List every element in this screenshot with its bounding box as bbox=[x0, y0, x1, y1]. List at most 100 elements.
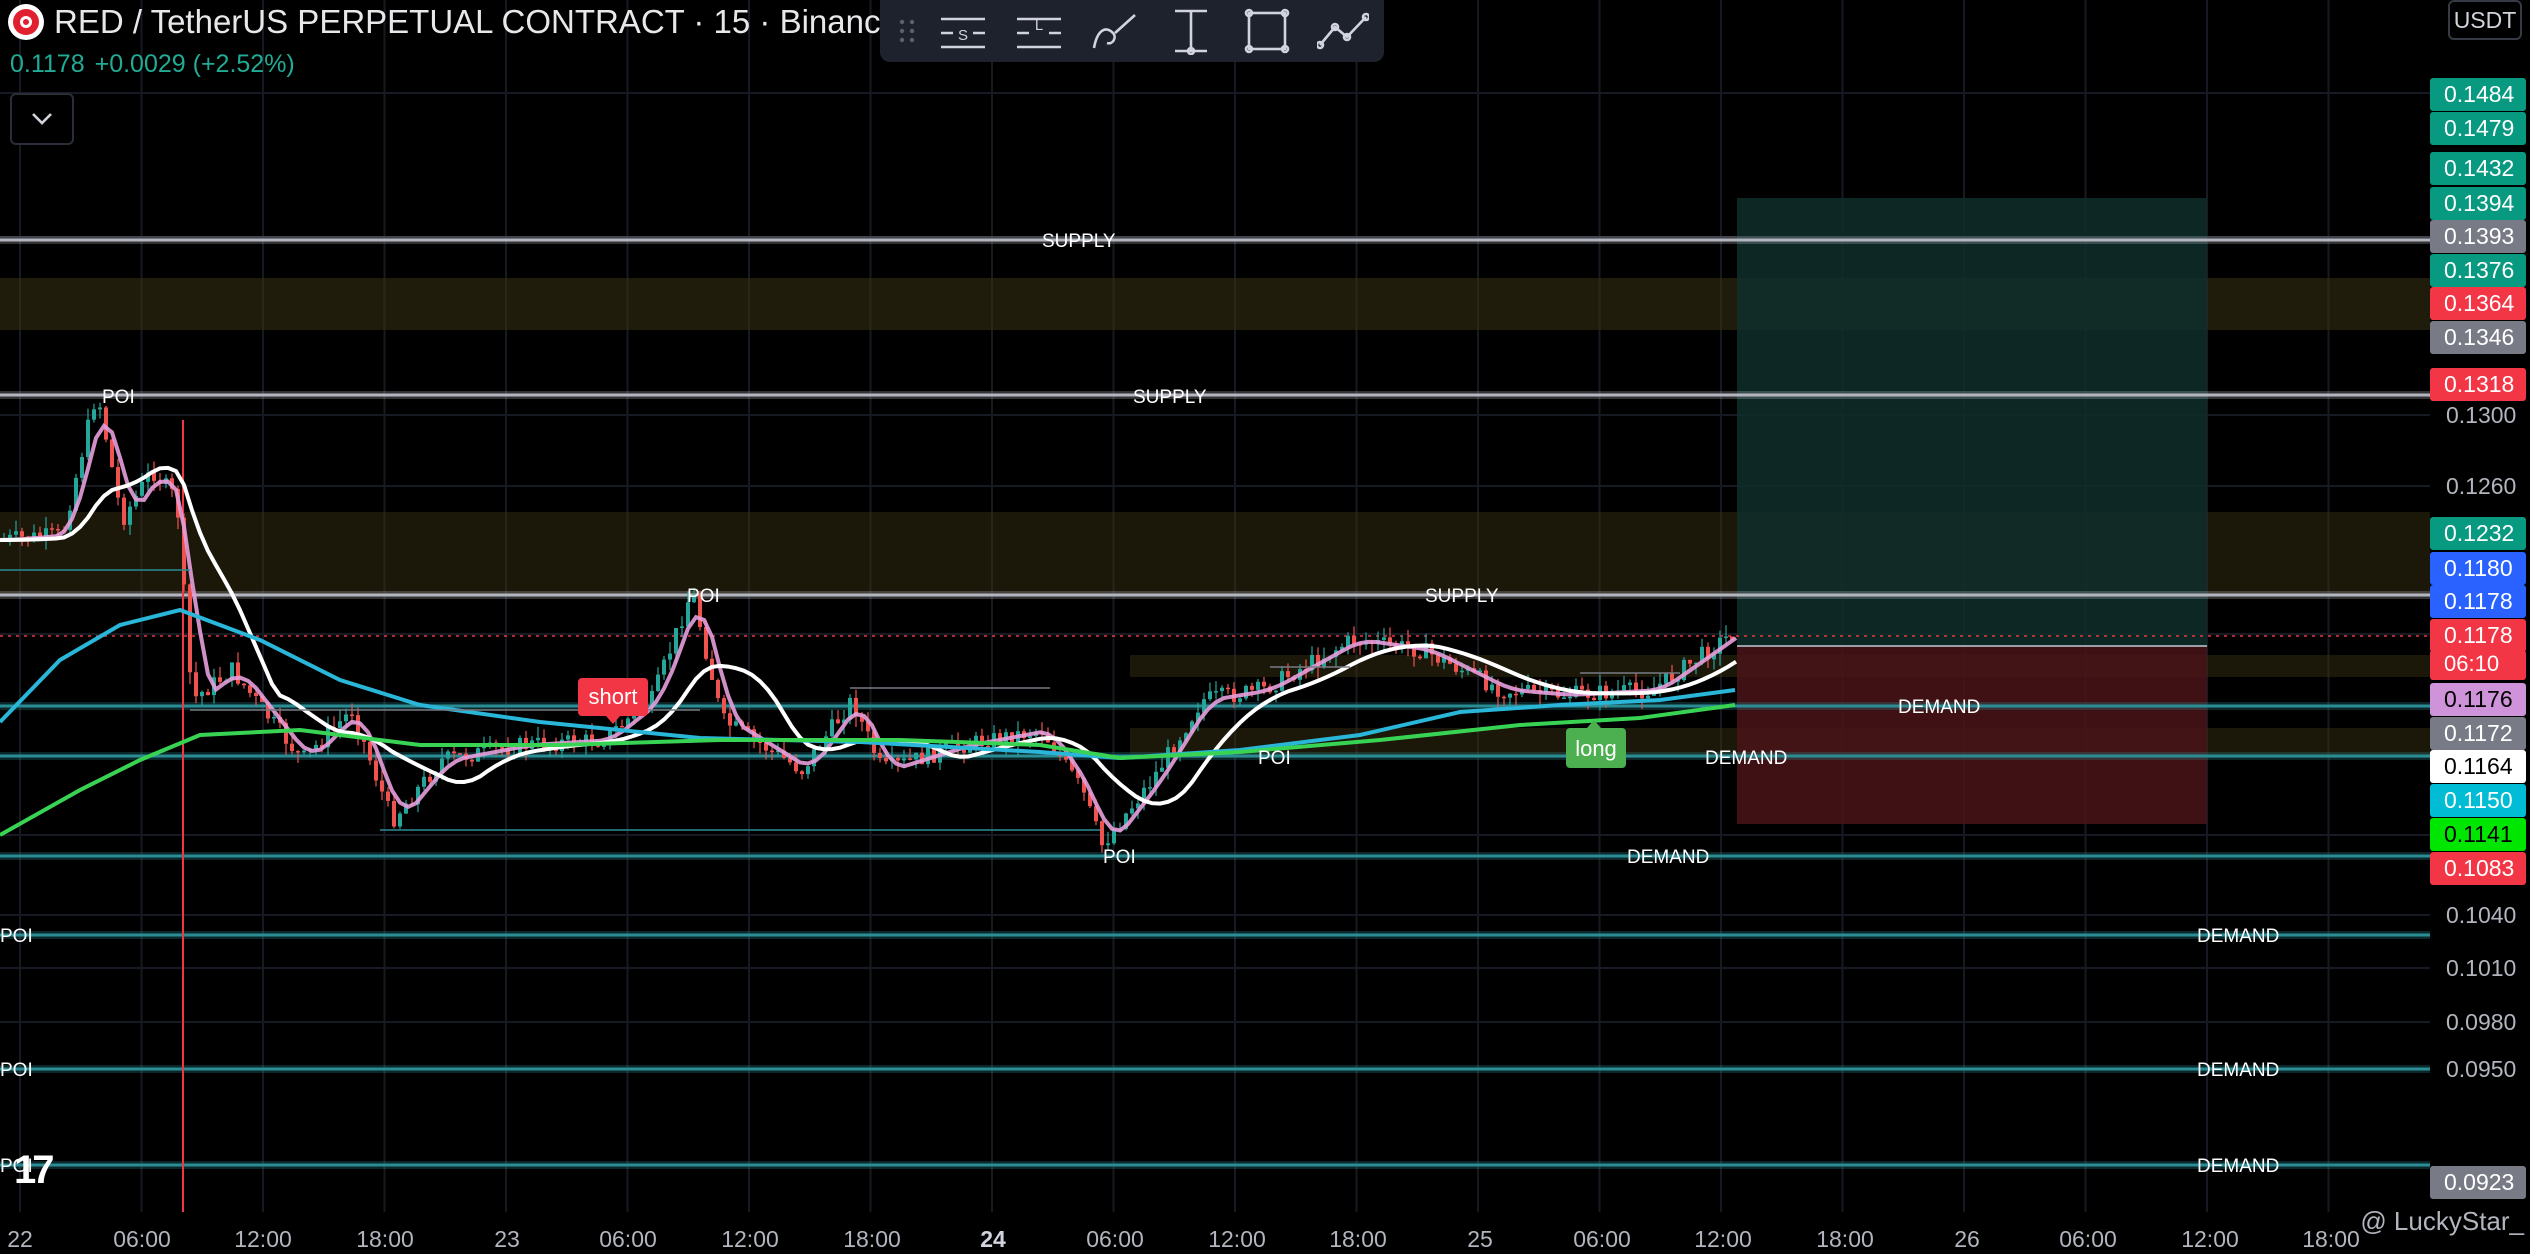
candle-body bbox=[86, 419, 90, 458]
time-tick-label: 12:00 bbox=[721, 1226, 779, 1252]
candle-body bbox=[1238, 698, 1242, 702]
symbol-header: RED / TetherUS PERPETUAL CONTRACT · 15 ·… bbox=[8, 2, 939, 42]
path-icon[interactable] bbox=[1308, 3, 1378, 59]
candle-body bbox=[770, 750, 774, 753]
chart-area[interactable]: SUPPLY POI SUPPLY POI SUPPLY DEMAND POI DEMAND P… bbox=[0, 0, 2430, 1212]
price-axis-label: 0.1393 bbox=[2430, 220, 2526, 253]
svg-text:L: L bbox=[1035, 17, 1043, 34]
time-tick-label: 25 bbox=[1467, 1226, 1493, 1252]
candle-body bbox=[800, 771, 804, 775]
svg-text:S: S bbox=[958, 27, 968, 44]
time-tick-label: 18:00 bbox=[356, 1226, 414, 1252]
candle-body bbox=[428, 776, 432, 782]
time-tick-label: 12:00 bbox=[2181, 1226, 2239, 1252]
price-axis-label: 0.1083 bbox=[2430, 852, 2526, 885]
candlestick-series bbox=[2, 402, 1734, 853]
time-tick-label: 24 bbox=[980, 1226, 1006, 1252]
candle-body bbox=[14, 531, 18, 535]
long-position-stop-zone bbox=[1737, 646, 2207, 824]
candle-body bbox=[1160, 767, 1164, 772]
candle-body bbox=[314, 744, 318, 749]
candle-body bbox=[1382, 637, 1386, 640]
candle-body bbox=[1724, 636, 1728, 639]
rectangle-icon[interactable] bbox=[1232, 3, 1302, 59]
candle-body bbox=[104, 407, 108, 440]
price-tick-label: 0.1260 bbox=[2446, 473, 2517, 499]
drag-handle-icon[interactable] bbox=[892, 11, 922, 51]
candle-body bbox=[386, 791, 390, 801]
currency-selector[interactable]: USDT bbox=[2448, 0, 2522, 40]
candle-body bbox=[926, 746, 930, 765]
candle-body bbox=[1460, 670, 1464, 673]
candle bbox=[854, 689, 858, 728]
candle-body bbox=[908, 758, 912, 760]
candle-body bbox=[302, 750, 306, 753]
candle bbox=[800, 770, 804, 780]
candle-body bbox=[206, 691, 210, 696]
candle-body bbox=[728, 713, 732, 726]
time-tick-label: 06:00 bbox=[1086, 1226, 1144, 1252]
brush-icon[interactable] bbox=[1080, 3, 1150, 59]
price-axis-label: 0.1232 bbox=[2430, 517, 2526, 550]
candle-body bbox=[1280, 671, 1284, 691]
date-price-range-icon[interactable] bbox=[1156, 3, 1226, 59]
tradingview-logo[interactable]: 17 bbox=[14, 1148, 54, 1193]
candle-body bbox=[1532, 684, 1536, 690]
symbol-title[interactable]: RED / TetherUS PERPETUAL CONTRACT · 15 ·… bbox=[54, 3, 899, 41]
candle-body bbox=[422, 776, 426, 787]
candle bbox=[194, 661, 198, 704]
price-tick-label: 0.1040 bbox=[2446, 902, 2517, 928]
candle-body bbox=[242, 683, 246, 686]
long-position-profit-zone bbox=[1737, 198, 2207, 646]
candle bbox=[656, 667, 660, 693]
candle bbox=[806, 765, 810, 779]
candle-body bbox=[1418, 656, 1422, 659]
demand-label: DEMAND bbox=[2197, 1060, 2279, 1081]
candle-body bbox=[722, 698, 726, 714]
candle bbox=[878, 747, 882, 763]
candle-body bbox=[1580, 685, 1584, 690]
candle bbox=[1052, 730, 1056, 755]
candle-body bbox=[662, 659, 666, 675]
candle-body bbox=[236, 662, 240, 684]
candle bbox=[422, 767, 426, 791]
candle-body bbox=[80, 457, 84, 478]
price-axis-label: 0.1376 bbox=[2430, 254, 2526, 287]
candle bbox=[86, 408, 90, 460]
time-tick-label: 26 bbox=[1954, 1226, 1980, 1252]
candle bbox=[236, 652, 240, 686]
candle-body bbox=[140, 481, 144, 496]
candle-body bbox=[374, 760, 378, 781]
candle-body bbox=[296, 751, 300, 753]
candle-body bbox=[1514, 693, 1518, 696]
candle-body bbox=[344, 714, 348, 722]
candle bbox=[1682, 657, 1686, 682]
candle-body bbox=[1100, 821, 1104, 846]
candle-body bbox=[734, 721, 738, 726]
candle-body bbox=[194, 672, 198, 697]
collapse-legend-button[interactable] bbox=[10, 93, 74, 145]
price-tick-label: 0.0950 bbox=[2446, 1056, 2517, 1082]
candle bbox=[662, 655, 666, 680]
time-axis[interactable]: 22 06:00 12:00 18:00 23 06:00 12:00 18:00 24 06:0… bbox=[0, 1212, 2530, 1254]
poi-label: POI bbox=[0, 1060, 33, 1081]
sell-order-icon[interactable]: S bbox=[928, 3, 998, 59]
candle-body bbox=[896, 757, 900, 761]
long-signal-tag: long bbox=[1566, 720, 1626, 768]
candle-body bbox=[1490, 684, 1494, 691]
candle-body bbox=[1646, 695, 1650, 699]
candle-body bbox=[1454, 663, 1458, 672]
poi-label: POI bbox=[687, 586, 720, 607]
short-tag-label: short bbox=[589, 684, 638, 709]
candle-body bbox=[830, 719, 834, 737]
price-axis[interactable]: 0.1300 0.1260 0.1040 0.1010 0.0980 0.0950 0.14… bbox=[2430, 0, 2530, 1212]
chart-canvas[interactable]: SUPPLY POI SUPPLY POI SUPPLY DEMAND POI DEMAND P… bbox=[0, 0, 2430, 1212]
candle-body bbox=[1592, 697, 1596, 701]
candle-body bbox=[368, 741, 372, 761]
buy-order-icon[interactable]: L bbox=[1004, 3, 1074, 59]
candle-body bbox=[128, 506, 132, 525]
demand-label: DEMAND bbox=[1898, 697, 1980, 718]
candle-body bbox=[110, 439, 114, 468]
short-tag-pointer bbox=[606, 716, 620, 724]
candle-body bbox=[1106, 843, 1110, 846]
